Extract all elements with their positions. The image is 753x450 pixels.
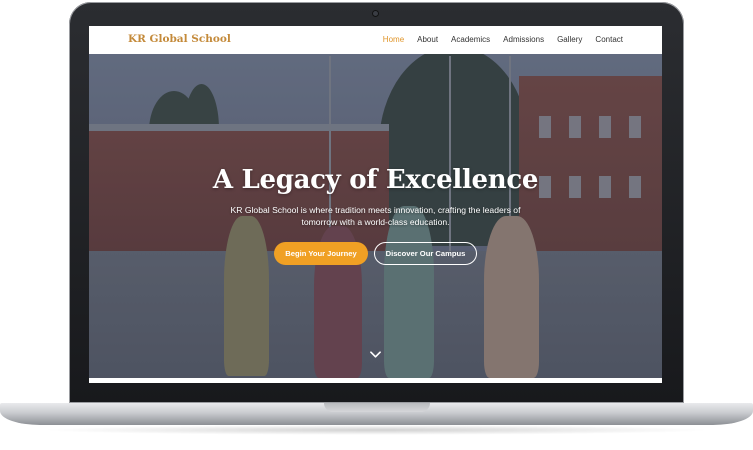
- nav-gallery[interactable]: Gallery: [557, 35, 582, 44]
- laptop-notch: [324, 403, 430, 412]
- site-logo[interactable]: KR Global School: [128, 33, 231, 45]
- browser-viewport: KR Global School Home About Academics Ad…: [89, 26, 662, 378]
- discover-campus-button[interactable]: Discover Our Campus: [374, 242, 477, 265]
- screen-bottom-edge: [89, 378, 662, 383]
- nav-about[interactable]: About: [417, 35, 438, 44]
- hero-subtitle: KR Global School is where tradition meet…: [230, 205, 521, 227]
- hero-overlay: [89, 26, 662, 378]
- chevron-down-icon[interactable]: [370, 349, 381, 360]
- site-header: KR Global School Home About Academics Ad…: [89, 26, 662, 54]
- nav-academics[interactable]: Academics: [451, 35, 490, 44]
- nav-home[interactable]: Home: [383, 35, 404, 44]
- nav-contact[interactable]: Contact: [595, 35, 623, 44]
- nav-admissions[interactable]: Admissions: [503, 35, 544, 44]
- laptop-shadow: [40, 425, 713, 435]
- begin-journey-button[interactable]: Begin Your Journey: [274, 242, 368, 265]
- camera-icon: [372, 10, 379, 17]
- main-nav: Home About Academics Admissions Gallery …: [383, 35, 623, 44]
- hero-title: A Legacy of Excellence: [212, 165, 539, 195]
